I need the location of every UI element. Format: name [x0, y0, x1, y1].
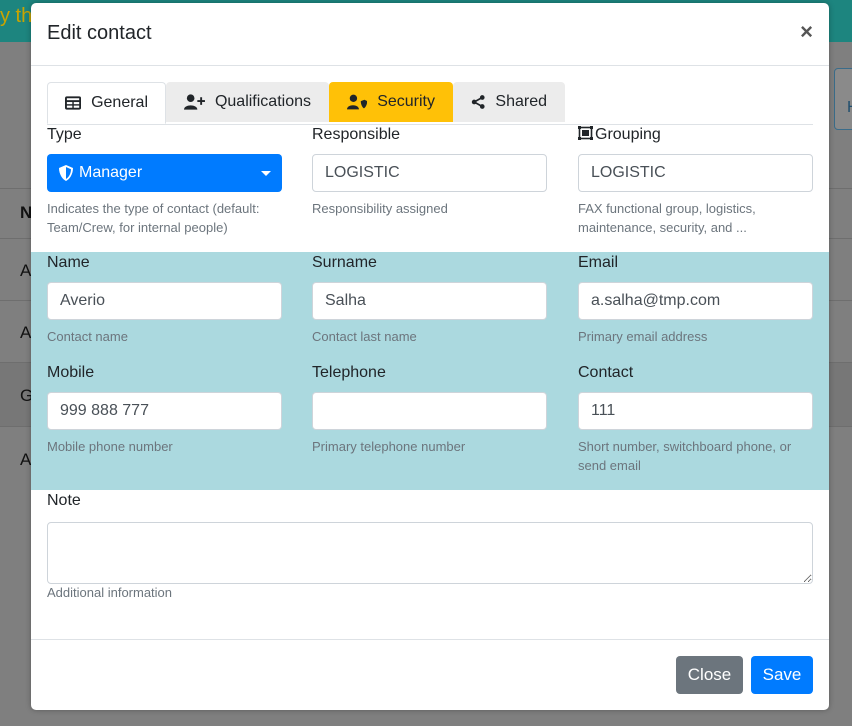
type-select[interactable]: Manager — [47, 154, 282, 192]
contact-input[interactable] — [578, 392, 813, 430]
surname-input[interactable] — [312, 282, 547, 320]
grouping-help: FAX functional group, logistics, mainten… — [578, 201, 756, 235]
name-input[interactable] — [47, 282, 282, 320]
mobile-help: Mobile phone number — [47, 439, 173, 454]
table-icon — [65, 96, 82, 110]
name-label: Name — [47, 254, 90, 271]
type-field: Type Manager Indicates the type of conta… — [47, 126, 282, 237]
type-select-value: Manager — [79, 164, 143, 181]
tab-security-label: Security — [377, 93, 435, 110]
responsible-field: Responsible Responsibility assigned — [312, 126, 547, 218]
grouping-field: Grouping FAX functional group, logistics… — [578, 126, 813, 237]
surname-field: Surname Contact last name — [312, 254, 547, 346]
telephone-help: Primary telephone number — [312, 439, 466, 454]
user-plus-icon — [184, 94, 205, 110]
background-header-text: y th — [0, 5, 33, 27]
user-shield-icon — [347, 94, 368, 110]
responsible-help: Responsibility assigned — [312, 201, 448, 216]
mobile-label: Mobile — [47, 364, 95, 381]
surname-label: Surname — [312, 254, 377, 271]
mobile-field: Mobile Mobile phone number — [47, 364, 282, 456]
contact-help: Short number, switchboard phone, or send… — [578, 439, 792, 473]
telephone-input[interactable] — [312, 392, 547, 430]
object-group-icon — [578, 126, 593, 140]
edit-contact-modal: Edit contact × General Qualifications Se… — [31, 3, 829, 710]
modal-header: Edit contact × — [31, 3, 829, 66]
surname-help: Contact last name — [312, 329, 417, 344]
telephone-label: Telephone — [312, 364, 386, 381]
type-help: Indicates the type of contact (default: … — [47, 201, 260, 235]
close-button[interactable]: Close — [676, 656, 743, 694]
email-field: Email Primary email address — [578, 254, 813, 346]
contact-label: Contact — [578, 364, 634, 381]
telephone-field: Telephone Primary telephone number — [312, 364, 547, 456]
close-icon[interactable]: × — [800, 19, 813, 45]
tab-security[interactable]: Security — [329, 82, 453, 122]
email-label: Email — [578, 254, 619, 271]
mobile-input[interactable] — [47, 392, 282, 430]
modal-title: Edit contact — [47, 22, 152, 44]
background-side-button: H — [834, 68, 852, 130]
contact-field: Contact Short number, switchboard phone,… — [578, 364, 813, 475]
tab-qualifications[interactable]: Qualifications — [166, 82, 329, 122]
note-label: Note — [47, 492, 81, 509]
tab-general-label: General — [91, 94, 148, 111]
modal-footer: Close Save — [31, 639, 829, 711]
responsible-input[interactable] — [312, 154, 547, 192]
email-help: Primary email address — [578, 329, 708, 344]
grouping-label: Grouping — [578, 126, 813, 144]
tab-qualifications-label: Qualifications — [214, 93, 311, 110]
note-help: Additional information — [47, 585, 173, 600]
tab-bar: General Qualifications Security Shared — [47, 82, 813, 125]
save-button[interactable]: Save — [751, 656, 813, 694]
share-icon — [471, 95, 485, 109]
note-textarea[interactable] — [47, 522, 813, 584]
type-label: Type — [47, 126, 82, 143]
name-field: Name Contact name — [47, 254, 282, 346]
name-help: Contact name — [47, 329, 128, 344]
tab-general[interactable]: General — [47, 82, 166, 124]
tab-shared-label: Shared — [495, 93, 547, 110]
responsible-label: Responsible — [312, 126, 401, 143]
tab-shared[interactable]: Shared — [453, 82, 565, 122]
grouping-input[interactable] — [578, 154, 813, 192]
shield-icon — [59, 165, 73, 181]
email-input[interactable] — [578, 282, 813, 320]
chevron-down-icon — [261, 171, 271, 176]
grouping-label-text: Grouping — [595, 126, 661, 143]
